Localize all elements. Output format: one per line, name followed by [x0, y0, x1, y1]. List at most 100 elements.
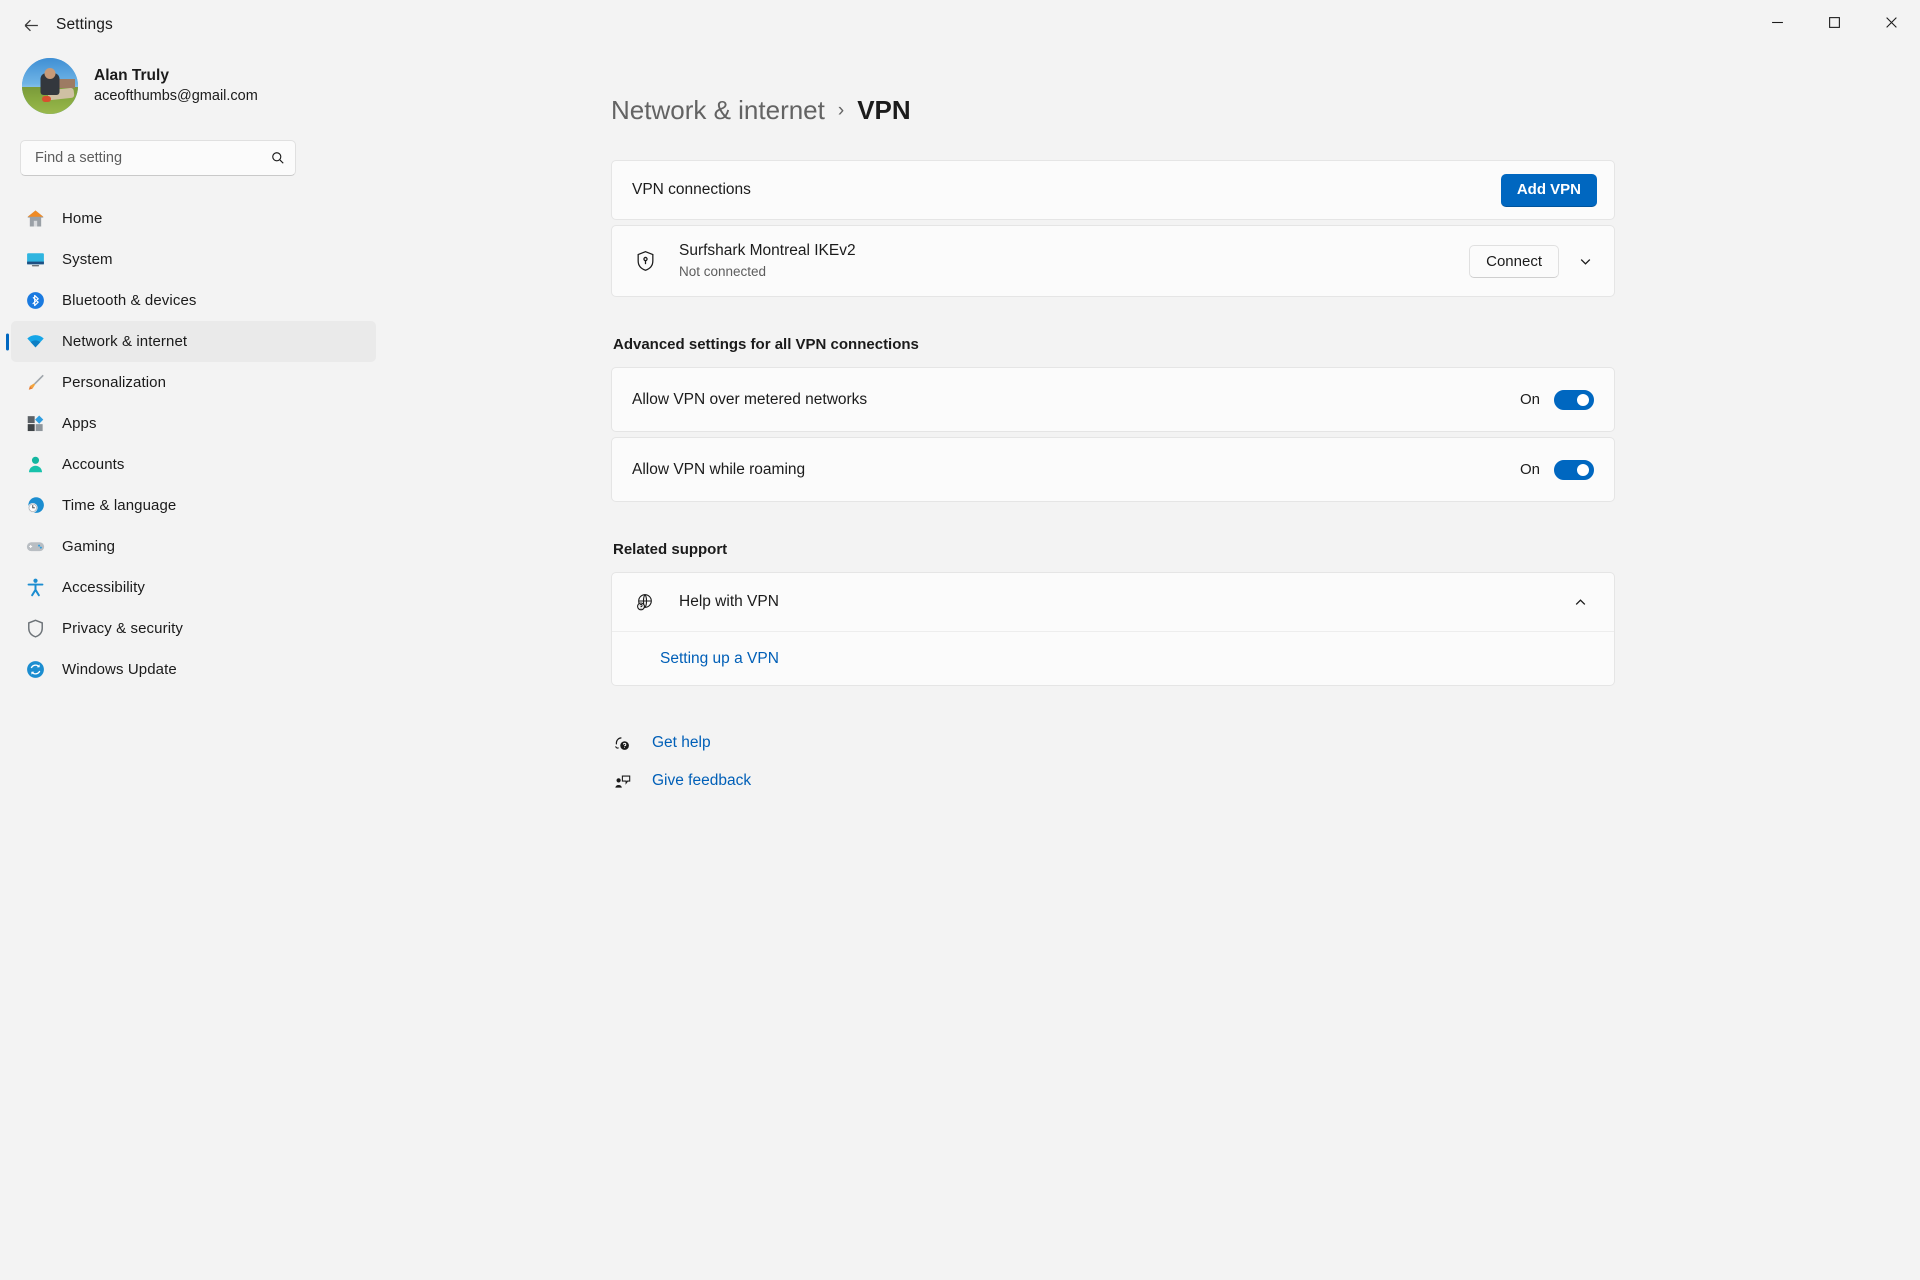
account-name: Alan Truly: [94, 67, 169, 85]
get-help-link[interactable]: Get help: [652, 734, 711, 752]
back-button[interactable]: [10, 4, 52, 46]
sidebar-item-gaming[interactable]: Gaming: [11, 526, 376, 567]
main-content: Network & internet › VPN VPN connections…: [390, 50, 1920, 1280]
accounts-icon: [22, 453, 48, 477]
app-title: Settings: [56, 16, 113, 33]
breadcrumb: Network & internet › VPN: [611, 95, 1920, 126]
sidebar-item-accessibility[interactable]: Accessibility: [11, 567, 376, 608]
setting-metered-row: Allow VPN over metered networks On: [612, 368, 1614, 431]
breadcrumb-separator: ›: [837, 99, 845, 121]
vpn-connections-row: VPN connections Add VPN: [612, 161, 1614, 219]
sidebar-item-label: Privacy & security: [62, 620, 183, 637]
avatar: [22, 58, 78, 114]
setting-metered-card: Allow VPN over metered networks On: [611, 367, 1615, 432]
sidebar-item-label: Accessibility: [62, 579, 145, 596]
sidebar-item-label: System: [62, 251, 113, 268]
close-icon: [1886, 16, 1897, 28]
minimize-icon: [1772, 21, 1783, 23]
sidebar-item-bluetooth[interactable]: Bluetooth & devices: [11, 280, 376, 321]
page-title: VPN: [857, 95, 911, 125]
sidebar-item-windows-update[interactable]: Windows Update: [11, 649, 376, 690]
account-email: aceofthumbs@gmail.com: [94, 87, 258, 104]
globe-help-icon: [632, 592, 658, 612]
setting-up-a-vpn-link[interactable]: Setting up a VPN: [660, 650, 779, 668]
setting-metered-state: On: [1519, 391, 1540, 408]
sidebar-item-label: Gaming: [62, 538, 116, 555]
vpn-profile-card: Surfshark Montreal IKEv2 Not connected C…: [611, 225, 1615, 297]
setting-roaming-label: Allow VPN while roaming: [632, 460, 806, 478]
setting-roaming-row: Allow VPN while roaming On: [612, 438, 1614, 501]
setting-metered-label: Allow VPN over metered networks: [632, 390, 868, 408]
search-icon: [271, 151, 285, 165]
help-with-vpn-row[interactable]: Help with VPN: [612, 573, 1614, 631]
vpn-connections-card: VPN connections Add VPN: [611, 160, 1615, 220]
sidebar-item-label: Bluetooth & devices: [62, 292, 197, 309]
add-vpn-button[interactable]: Add VPN: [1500, 173, 1597, 207]
clock-globe-icon: [22, 494, 48, 518]
sidebar-item-personalization[interactable]: Personalization: [11, 362, 376, 403]
vpn-profile-name: Surfshark Montreal IKEv2: [679, 242, 856, 260]
title-bar: Settings: [0, 0, 1920, 50]
chevron-up-icon: [1575, 598, 1585, 605]
sidebar-item-time-language[interactable]: Time & language: [11, 485, 376, 526]
get-help-link-row[interactable]: Get help: [611, 724, 1615, 762]
help-with-vpn-label: Help with VPN: [679, 593, 779, 610]
get-help-icon: [611, 735, 633, 752]
related-support-heading: Related support: [613, 541, 728, 558]
setting-roaming-toggle[interactable]: [1554, 459, 1594, 480]
help-sublink-row: Setting up a VPN: [612, 631, 1614, 685]
system-icon: [22, 248, 48, 272]
back-arrow-icon: [24, 19, 38, 31]
sidebar-item-system[interactable]: System: [11, 239, 376, 280]
sidebar-item-label: Network & internet: [62, 333, 188, 350]
sidebar-item-network-internet[interactable]: Network & internet: [11, 321, 376, 362]
sidebar-item-label: Time & language: [62, 497, 177, 514]
search-input[interactable]: [35, 150, 271, 166]
connect-button[interactable]: Connect: [1469, 244, 1559, 278]
sidebar: Alan Truly aceofthumbs@gmail.com Find a …: [0, 50, 390, 1280]
sidebar-item-accounts[interactable]: Accounts: [11, 444, 376, 485]
close-button[interactable]: [1863, 0, 1920, 44]
sidebar-item-apps[interactable]: Apps: [11, 403, 376, 444]
give-feedback-link[interactable]: Give feedback: [652, 772, 751, 790]
shield-icon: [22, 617, 48, 641]
breadcrumb-parent[interactable]: Network & internet: [611, 95, 825, 126]
sidebar-item-label: Accounts: [62, 456, 125, 473]
sidebar-item-home[interactable]: Home: [11, 198, 376, 239]
vpn-shield-icon: [632, 250, 658, 272]
minimize-button[interactable]: [1749, 0, 1806, 44]
sidebar-item-label: Home: [62, 210, 103, 227]
sidebar-nav: Home System Bluetooth & devices Network …: [0, 198, 390, 690]
setting-roaming-state: On: [1519, 461, 1540, 478]
help-with-vpn-card: Help with VPN Setting up a VPN: [611, 572, 1615, 686]
advanced-settings-heading: Advanced settings for all VPN connection…: [613, 336, 919, 353]
vpn-connections-title: VPN connections: [632, 181, 751, 198]
maximize-button[interactable]: [1806, 0, 1863, 44]
accessibility-icon: [22, 576, 48, 600]
maximize-icon: [1829, 16, 1840, 28]
window-controls: [1749, 0, 1920, 44]
windows-update-icon: [22, 658, 48, 682]
bluetooth-icon: [22, 289, 48, 313]
give-feedback-link-row[interactable]: Give feedback: [611, 762, 1615, 800]
vpn-profile-expand-button[interactable]: [1568, 244, 1602, 278]
apps-icon: [22, 412, 48, 436]
sidebar-item-label: Windows Update: [62, 661, 177, 678]
wifi-icon: [22, 330, 48, 354]
footer-links: Get help Give feedback: [611, 724, 1615, 800]
search-box[interactable]: [20, 140, 296, 176]
setting-roaming-card: Allow VPN while roaming On: [611, 437, 1615, 502]
sidebar-item-label: Apps: [62, 415, 97, 432]
home-icon: [22, 207, 48, 231]
help-collapse-button[interactable]: [1563, 585, 1597, 619]
account-block[interactable]: Alan Truly aceofthumbs@gmail.com: [0, 50, 390, 114]
gamepad-icon: [22, 535, 48, 559]
vpn-profile-row[interactable]: Surfshark Montreal IKEv2 Not connected C…: [612, 226, 1614, 296]
paintbrush-icon: [22, 371, 48, 395]
setting-metered-toggle[interactable]: [1554, 389, 1594, 410]
vpn-profile-status: Not connected: [679, 264, 767, 280]
sidebar-item-label: Personalization: [62, 374, 167, 391]
chevron-down-icon: [1580, 258, 1590, 265]
give-feedback-icon: [611, 773, 633, 790]
sidebar-item-privacy-security[interactable]: Privacy & security: [11, 608, 376, 649]
